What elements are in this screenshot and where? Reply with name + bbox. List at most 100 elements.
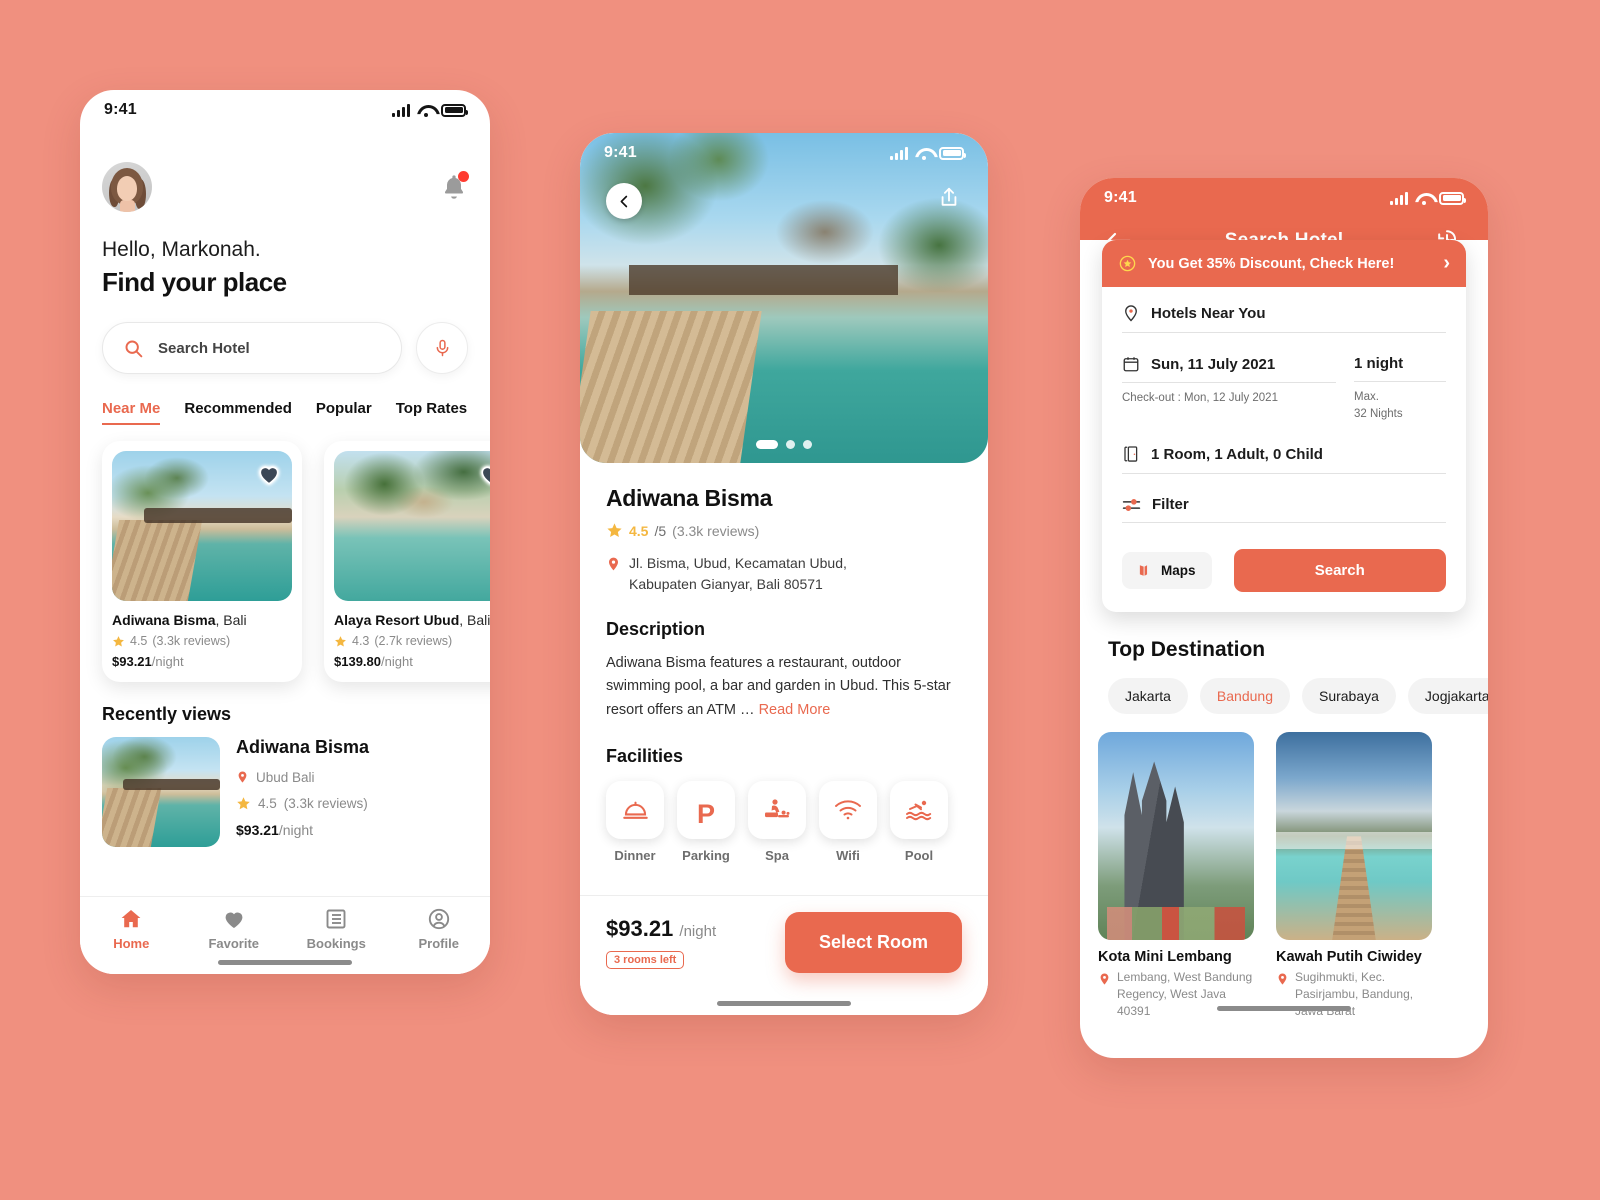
- facility-label: Spa: [765, 848, 789, 864]
- share-button[interactable]: [938, 185, 960, 214]
- facility-wifi[interactable]: Wifi: [819, 781, 877, 863]
- chevron-right-icon[interactable]: ›: [1443, 252, 1450, 275]
- facility-icon-box: [819, 781, 877, 840]
- user-circle-icon: [428, 908, 449, 930]
- destination-address: Lembang, West Bandung Regency, West Java…: [1117, 970, 1253, 1019]
- swimming-pool-icon: [906, 801, 932, 821]
- wifi-icon: [1415, 192, 1432, 205]
- hotel-detail-content: Adiwana Bisma 4.5 /5 (3.3k reviews) Jl. …: [580, 463, 988, 863]
- nights-field[interactable]: 1 night: [1354, 355, 1446, 382]
- notification-button[interactable]: [440, 171, 469, 202]
- filter-value: Filter: [1152, 496, 1189, 514]
- facility-icon-box: [748, 781, 806, 840]
- discount-banner[interactable]: You Get 35% Discount, Check Here! ›: [1102, 240, 1466, 287]
- facility-pool[interactable]: Pool: [890, 781, 948, 863]
- heart-icon[interactable]: [256, 461, 282, 487]
- facilities-list: Dinner P Parking Spa Wifi Pool: [606, 781, 962, 863]
- facility-spa[interactable]: Spa: [748, 781, 806, 863]
- search-submit-button[interactable]: Search: [1233, 549, 1446, 593]
- battery-icon: [1439, 191, 1466, 205]
- review-count: (3.3k reviews): [672, 522, 760, 539]
- tab-popular[interactable]: Popular: [316, 400, 372, 423]
- select-room-button[interactable]: Select Room: [784, 912, 962, 973]
- recently-viewed-item[interactable]: Adiwana Bisma Ubud Bali 4.5 (3.3k review…: [102, 737, 468, 847]
- facility-icon-box: [606, 781, 664, 840]
- back-button[interactable]: [606, 183, 642, 219]
- cellular-signal-icon: [890, 146, 908, 160]
- nav-label: Profile: [418, 936, 459, 951]
- chip-jakarta[interactable]: Jakarta: [1108, 678, 1188, 715]
- location-pin-icon: [238, 771, 247, 783]
- nav-item-profile[interactable]: Profile: [388, 907, 491, 951]
- battery-icon: [441, 103, 468, 117]
- chip-bandung[interactable]: Bandung: [1199, 678, 1290, 715]
- page-title: Find your place: [102, 267, 287, 297]
- rating-value: 4.5: [629, 522, 649, 539]
- tab-recommended[interactable]: Recommended: [184, 400, 292, 423]
- filter-field[interactable]: Filter: [1122, 496, 1446, 524]
- nav-item-home[interactable]: Home: [80, 907, 183, 951]
- nav-item-favorite[interactable]: Favorite: [183, 907, 286, 951]
- location-field[interactable]: Hotels Near You: [1122, 303, 1446, 333]
- facility-label: Parking: [682, 848, 730, 864]
- star-icon: [607, 523, 622, 538]
- home-content: Hello, Markonah. Find your place Search …: [80, 130, 490, 847]
- status-time: 9:41: [104, 101, 137, 118]
- facility-label: Pool: [904, 848, 934, 864]
- heart-icon[interactable]: [478, 461, 490, 487]
- carousel-dot[interactable]: [786, 440, 795, 449]
- facility-label: Dinner: [614, 848, 656, 864]
- map-icon: [1139, 565, 1148, 577]
- home-top-row: [102, 162, 469, 212]
- tab-near-me[interactable]: Near Me: [102, 400, 161, 425]
- wifi-icon: [417, 104, 434, 117]
- voice-search-button[interactable]: [416, 322, 468, 374]
- hotel-card[interactable]: Adiwana Bisma, Bali 4.5 (3.3k reviews) $…: [102, 441, 302, 682]
- hotel-rating: 4.5 (3.3k reviews): [112, 634, 292, 648]
- recent-location-text: Ubud Bali: [256, 769, 315, 785]
- status-time: 9:41: [1104, 189, 1137, 206]
- avatar[interactable]: [102, 162, 152, 212]
- hotel-address: Jl. Bisma, Ubud, Kecamatan Ubud, Kabupat…: [606, 553, 962, 595]
- rating-value: 4.5: [130, 634, 148, 648]
- image-carousel-dots[interactable]: [756, 440, 812, 449]
- tab-top-rates[interactable]: Top Rates: [396, 400, 467, 423]
- recently-views-title: Recently views: [102, 704, 232, 724]
- parking-icon: P: [696, 799, 715, 830]
- cellular-signal-icon: [392, 103, 410, 117]
- search-input[interactable]: Search Hotel: [102, 322, 402, 374]
- facility-dinner[interactable]: Dinner: [606, 781, 664, 863]
- destination-name: Kota Mini Lembang: [1098, 949, 1232, 966]
- microphone-icon: [436, 339, 448, 357]
- hotel-card[interactable]: Alaya Resort Ubud, Bali 4.3 (2.7k review…: [324, 441, 490, 682]
- destination-card[interactable]: Kota Mini Lembang Lembang, West Bandung …: [1098, 732, 1254, 1020]
- carousel-dot-active[interactable]: [756, 440, 778, 449]
- hotel-price: $139.80/night: [334, 654, 413, 669]
- status-bar: 9:41: [580, 133, 988, 173]
- date-field[interactable]: Sun, 11 July 2021: [1122, 355, 1336, 383]
- guest-field[interactable]: 1 Room, 1 Adult, 0 Child: [1122, 444, 1446, 475]
- description-heading: Description: [606, 619, 706, 639]
- facility-parking[interactable]: P Parking: [677, 781, 735, 863]
- recent-review-count: (3.3k reviews): [283, 796, 368, 811]
- phone-home-screen: 9:41 Hello, Markonah. Find your place Se…: [80, 90, 490, 974]
- chip-jogjakarta[interactable]: Jogjakarta: [1407, 678, 1488, 715]
- chip-surabaya[interactable]: Surabaya: [1301, 678, 1396, 715]
- destination-card[interactable]: Kawah Putih Ciwidey Sugihmukti, Kec. Pas…: [1276, 732, 1432, 1020]
- maps-button[interactable]: Maps: [1122, 552, 1212, 590]
- destination-name: Kawah Putih Ciwidey: [1276, 949, 1422, 966]
- status-bar: 9:41: [1080, 178, 1488, 218]
- star-icon: [335, 635, 346, 646]
- nav-label: Home: [113, 936, 150, 951]
- read-more-link[interactable]: Read More: [759, 702, 831, 718]
- wifi-icon: [915, 147, 932, 160]
- status-icons: [392, 103, 468, 117]
- carousel-dot[interactable]: [803, 440, 812, 449]
- screenshot-stage: 9:41 Hello, Markonah. Find your place Se…: [0, 0, 1600, 1200]
- hotel-rating: 4.3 (2.7k reviews): [334, 634, 490, 648]
- hotel-hero-image: 9:41: [580, 133, 988, 463]
- nights-block: 1 night Max. 32 Nights: [1354, 355, 1446, 422]
- hotel-thumbnail: [112, 451, 292, 601]
- nav-item-bookings[interactable]: Bookings: [285, 907, 388, 951]
- address-line-2: Kabupaten Gianyar, Bali 80571: [629, 576, 823, 592]
